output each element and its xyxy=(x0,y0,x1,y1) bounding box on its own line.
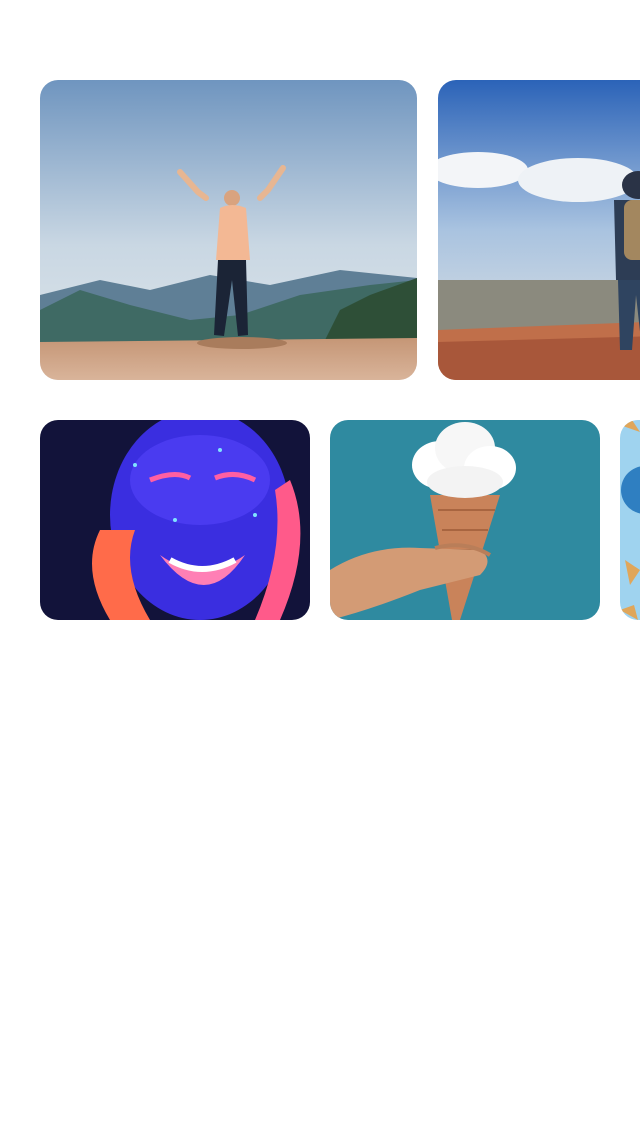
recent-carousel[interactable] xyxy=(40,420,640,620)
neon-paint-face-icon xyxy=(40,420,310,620)
umbrellas-sky-icon xyxy=(620,420,640,620)
person-arms-raised-mountain-icon xyxy=(40,80,417,380)
screen xyxy=(0,0,640,1136)
recent-card-umbrellas[interactable] xyxy=(620,420,640,620)
featured-card-mountain-celebration[interactable] xyxy=(40,80,417,380)
recent-card-cloud-cone[interactable] xyxy=(330,420,600,620)
recent-card-neon-face[interactable] xyxy=(40,420,310,620)
hiker-with-backpack-cliff-icon xyxy=(438,80,640,380)
featured-carousel[interactable] xyxy=(40,80,640,380)
featured-card-hiker[interactable] xyxy=(438,80,640,380)
cloud-ice-cream-cone-icon xyxy=(330,420,600,620)
